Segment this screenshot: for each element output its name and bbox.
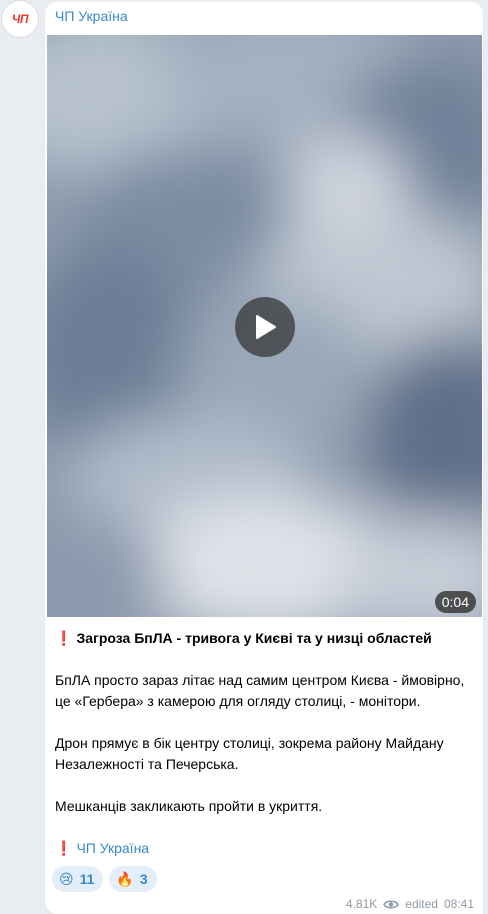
message-bubble: ЧП Україна 0:04 ❗ Загроза БпЛА - тривога… (45, 2, 483, 914)
view-count: 4.81K (345, 897, 378, 911)
play-button[interactable] (235, 297, 295, 357)
reactions-bar: 😢 11 🔥 3 (52, 866, 157, 892)
reaction-fire[interactable]: 🔥 3 (109, 866, 157, 892)
fire-icon: 🔥 (116, 870, 134, 887)
signature-link[interactable]: ЧП Україна (76, 840, 149, 856)
reaction-count: 11 (79, 871, 95, 887)
message-text: ❗ Загроза БпЛА - тривога у Києві та у низ… (55, 628, 477, 880)
chat-view: ЧП ЧП Україна 0:04 ❗ Загроза БпЛА - трив… (0, 0, 488, 914)
message-meta: 4.81K edited 08:41 (346, 897, 474, 911)
avatar-text: ЧП (11, 12, 29, 26)
channel-avatar[interactable]: ЧП (2, 1, 38, 37)
ukraine-flag-icon (152, 843, 168, 854)
exclamation-icon: ❗ (55, 630, 73, 646)
post-paragraph: Дрон прямує в бік центру столиці, зокрем… (55, 735, 444, 772)
headline-text: Загроза БпЛА - тривога у Києві та у низц… (76, 630, 432, 646)
post-headline: ❗ Загроза БпЛА - тривога у Києві та у низ… (55, 628, 477, 649)
reaction-crying[interactable]: 😢 11 (52, 866, 104, 892)
channel-name[interactable]: ЧП Україна (55, 8, 128, 24)
post-paragraph: БпЛА просто зараз літає над самим центро… (55, 672, 465, 709)
edited-label: edited (405, 897, 438, 911)
post-paragraph: Мешканців закликають пройти в укриття. (55, 798, 323, 814)
crying-face-icon: 😢 (59, 870, 74, 887)
video-duration: 0:04 (434, 591, 476, 613)
eye-icon (383, 900, 400, 908)
play-icon (256, 315, 276, 339)
video-preview[interactable]: 0:04 (47, 35, 482, 617)
reaction-count: 3 (139, 871, 148, 887)
post-signature: ❗ ЧП Україна (55, 838, 477, 859)
exclamation-icon: ❗ (55, 840, 73, 856)
message-time: 08:41 (443, 897, 474, 911)
